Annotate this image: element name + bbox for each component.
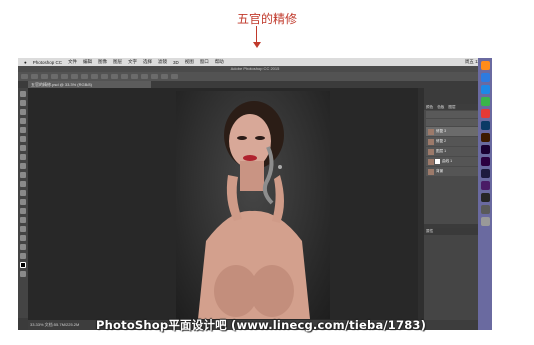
finder-icon[interactable] — [480, 61, 490, 70]
menu-window[interactable]: 窗口 — [200, 59, 209, 65]
menu-type[interactable]: 文字 — [128, 59, 137, 65]
quick-select-tool-icon[interactable] — [20, 118, 26, 124]
foreground-color-swatch[interactable] — [20, 262, 26, 268]
option-button[interactable] — [151, 74, 158, 79]
layer-name: 图层 1 — [436, 149, 447, 153]
menu-app[interactable]: Photoshop CC — [33, 60, 62, 65]
option-button[interactable] — [121, 74, 128, 79]
layer-name: 修复 2 — [436, 139, 447, 143]
watermark: PhotoShop平面设计吧 (www.linecg.com/tieba/178… — [96, 318, 427, 332]
lasso-tool-icon[interactable] — [20, 109, 26, 115]
portrait-illustration — [198, 101, 310, 319]
layer-name: 曲线 1 — [442, 159, 453, 163]
layer-name: 修复 3 — [436, 129, 447, 133]
crop-tool-icon[interactable] — [20, 127, 26, 133]
option-button[interactable] — [161, 74, 168, 79]
after-effects-icon[interactable] — [480, 157, 490, 166]
layer-thumbnail — [428, 168, 434, 175]
app-icon[interactable] — [480, 193, 490, 202]
menu-select[interactable]: 选择 — [143, 59, 152, 65]
marquee-tool-icon[interactable] — [20, 100, 26, 106]
layer-thumbnail — [428, 158, 434, 165]
type-tool-icon[interactable] — [20, 217, 26, 223]
menu-file[interactable]: 文件 — [68, 59, 77, 65]
app-icon[interactable] — [480, 205, 490, 214]
gradient-tool-icon[interactable] — [20, 190, 26, 196]
shape-tool-icon[interactable] — [20, 235, 26, 241]
app-icon[interactable] — [480, 109, 490, 118]
mac-menubar: ● Photoshop CC 文件 编辑 图像 图层 文字 选择 滤镜 3D 视… — [18, 58, 492, 66]
portrait-photo — [176, 91, 330, 319]
option-button[interactable] — [71, 74, 78, 79]
option-button[interactable] — [131, 74, 138, 79]
clone-stamp-tool-icon[interactable] — [20, 163, 26, 169]
app-icon[interactable] — [480, 73, 490, 82]
option-button[interactable] — [141, 74, 148, 79]
option-button[interactable] — [91, 74, 98, 79]
trash-icon[interactable] — [480, 217, 490, 226]
menu-view[interactable]: 视图 — [185, 59, 194, 65]
dodge-tool-icon[interactable] — [20, 199, 26, 205]
app-icon[interactable] — [480, 85, 490, 94]
option-button[interactable] — [171, 74, 178, 79]
menu-help[interactable]: 帮助 — [215, 59, 224, 65]
caption: 五官的精修 — [236, 12, 297, 26]
photoshop-window: ● Photoshop CC 文件 编辑 图像 图层 文字 选择 滤镜 3D 视… — [18, 58, 492, 330]
app-icon[interactable] — [480, 169, 490, 178]
tab-layers[interactable]: 图层 — [446, 104, 457, 110]
tool-preset-icon[interactable] — [21, 74, 28, 79]
zoom-tool-icon[interactable] — [20, 253, 26, 259]
premiere-icon[interactable] — [480, 145, 490, 154]
option-button[interactable] — [51, 74, 58, 79]
healing-brush-tool-icon[interactable] — [20, 145, 26, 151]
canvas-area[interactable] — [28, 88, 418, 320]
illustrator-icon[interactable] — [480, 133, 490, 142]
options-bar — [18, 72, 492, 81]
history-brush-tool-icon[interactable] — [20, 172, 26, 178]
toolbar — [18, 88, 28, 318]
path-select-tool-icon[interactable] — [20, 226, 26, 232]
option-button[interactable] — [111, 74, 118, 79]
apple-icon[interactable]: ● — [24, 60, 27, 65]
eraser-tool-icon[interactable] — [20, 181, 26, 187]
quick-mask-icon[interactable] — [20, 271, 26, 277]
mac-dock — [478, 58, 492, 330]
layer-thumbnail — [428, 148, 434, 155]
layer-thumbnail — [428, 128, 434, 135]
layer-mask-thumbnail — [435, 159, 440, 164]
arrow-down-icon — [253, 42, 261, 48]
move-tool-icon[interactable] — [20, 91, 26, 97]
app-icon[interactable] — [480, 181, 490, 190]
option-button[interactable] — [41, 74, 48, 79]
menu-edit[interactable]: 编辑 — [83, 59, 92, 65]
option-button[interactable] — [61, 74, 68, 79]
menu-3d[interactable]: 3D — [173, 60, 179, 65]
document-tab[interactable]: 五官的精修.psd @ 33.3% (RGB/8) — [28, 81, 151, 88]
pen-tool-icon[interactable] — [20, 208, 26, 214]
menu-layer[interactable]: 图层 — [113, 59, 122, 65]
menu-filter[interactable]: 滤镜 — [158, 59, 167, 65]
tab-color[interactable]: 颜色 — [424, 104, 435, 110]
hand-tool-icon[interactable] — [20, 244, 26, 250]
menu-image[interactable]: 图像 — [98, 59, 107, 65]
eyedropper-tool-icon[interactable] — [20, 136, 26, 142]
option-button[interactable] — [81, 74, 88, 79]
app-icon[interactable] — [480, 97, 490, 106]
option-button[interactable] — [31, 74, 38, 79]
brush-tool-icon[interactable] — [20, 154, 26, 160]
layer-name: 背景 — [436, 169, 444, 173]
tab-swatches[interactable]: 色板 — [435, 104, 446, 110]
layer-thumbnail — [428, 138, 434, 145]
photoshop-icon[interactable] — [480, 121, 490, 130]
option-button[interactable] — [101, 74, 108, 79]
